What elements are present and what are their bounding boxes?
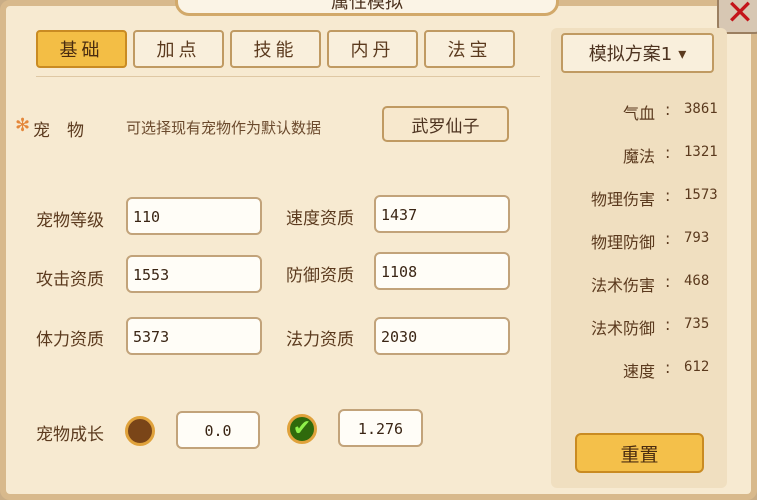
tab-divider xyxy=(36,76,540,77)
growth-option-a-radio[interactable] xyxy=(125,416,155,446)
stat-label: 气血 xyxy=(622,104,655,123)
tab-basic[interactable]: 基础 xyxy=(36,30,127,68)
speed-aptitude-input[interactable]: 1437 xyxy=(374,195,510,233)
reset-button[interactable]: 重置 xyxy=(575,433,704,473)
pet-label: 宠 物 xyxy=(33,121,84,141)
stat-label: 速度 xyxy=(622,362,655,381)
stat-physical-damage: 物理伤害 : 1573 xyxy=(560,186,720,209)
stat-value: 793 xyxy=(684,230,710,246)
magic-aptitude-input[interactable]: 2030 xyxy=(374,317,510,355)
stats-panel xyxy=(551,28,727,488)
stat-label: 物理伤害 xyxy=(590,190,655,209)
stat-value: 612 xyxy=(684,359,710,375)
stat-label: 物理防御 xyxy=(590,233,655,252)
level-label: 宠物等级 xyxy=(36,211,104,231)
stamina-aptitude-input[interactable]: 5373 xyxy=(126,317,262,355)
stat-colon: : xyxy=(665,100,671,119)
stat-colon: : xyxy=(665,186,671,205)
scheme-dropdown[interactable]: 模拟方案1 ▾ xyxy=(561,33,714,73)
stat-label: 法术防御 xyxy=(590,319,655,338)
tab-treasure[interactable]: 法宝 xyxy=(424,30,515,68)
stat-label: 法术伤害 xyxy=(590,276,655,295)
attack-aptitude-label: 攻击资质 xyxy=(36,270,104,290)
tab-points[interactable]: 加点 xyxy=(133,30,224,68)
scheme-label: 模拟方案1 xyxy=(588,44,673,65)
stat-value: 1573 xyxy=(684,187,718,203)
tab-inner-core[interactable]: 内丹 xyxy=(327,30,418,68)
stat-mp: 魔法 : 1321 xyxy=(560,143,720,166)
stat-magic-defense: 法术防御 : 735 xyxy=(560,315,720,338)
stamina-aptitude-label: 体力资质 xyxy=(36,330,104,350)
stat-label: 魔法 xyxy=(622,147,655,166)
growth-label: 宠物成长 xyxy=(36,425,104,445)
chevron-down-icon: ▾ xyxy=(678,43,687,63)
tab-bar: 基础 加点 技能 内丹 法宝 xyxy=(36,30,515,68)
required-star-icon: ✻ xyxy=(15,115,31,136)
growth-option-b-radio[interactable]: ✔ xyxy=(287,414,317,444)
stat-value: 3861 xyxy=(684,101,718,117)
stat-colon: : xyxy=(665,229,671,248)
pet-select-button[interactable]: 武罗仙子 xyxy=(382,106,509,142)
stat-value: 735 xyxy=(684,316,710,332)
pet-hint: 可选择现有宠物作为默认数据 xyxy=(126,119,322,137)
stat-physical-defense: 物理防御 : 793 xyxy=(560,229,720,252)
dialog-title: 属性模拟 xyxy=(175,0,559,16)
tab-skills[interactable]: 技能 xyxy=(230,30,321,68)
growth-option-a-input[interactable]: 0.0 xyxy=(176,411,260,449)
stat-colon: : xyxy=(665,358,671,377)
stat-hp: 气血 : 3861 xyxy=(560,100,720,123)
attack-aptitude-input[interactable]: 1553 xyxy=(126,255,262,293)
checkmark-icon: ✔ xyxy=(292,416,312,441)
speed-aptitude-label: 速度资质 xyxy=(286,209,354,229)
stat-colon: : xyxy=(665,272,671,291)
defense-aptitude-input[interactable]: 1108 xyxy=(374,252,510,290)
stat-value: 468 xyxy=(684,273,710,289)
stat-magic-damage: 法术伤害 : 468 xyxy=(560,272,720,295)
defense-aptitude-label: 防御资质 xyxy=(286,266,354,286)
magic-aptitude-label: 法力资质 xyxy=(286,330,354,350)
growth-option-b-input[interactable]: 1.276 xyxy=(338,409,423,447)
level-input[interactable]: 110 xyxy=(126,197,262,235)
stat-colon: : xyxy=(665,315,671,334)
close-icon: ✕ xyxy=(725,0,755,33)
stat-value: 1321 xyxy=(684,144,718,160)
stat-speed: 速度 : 612 xyxy=(560,358,720,381)
stat-colon: : xyxy=(665,143,671,162)
